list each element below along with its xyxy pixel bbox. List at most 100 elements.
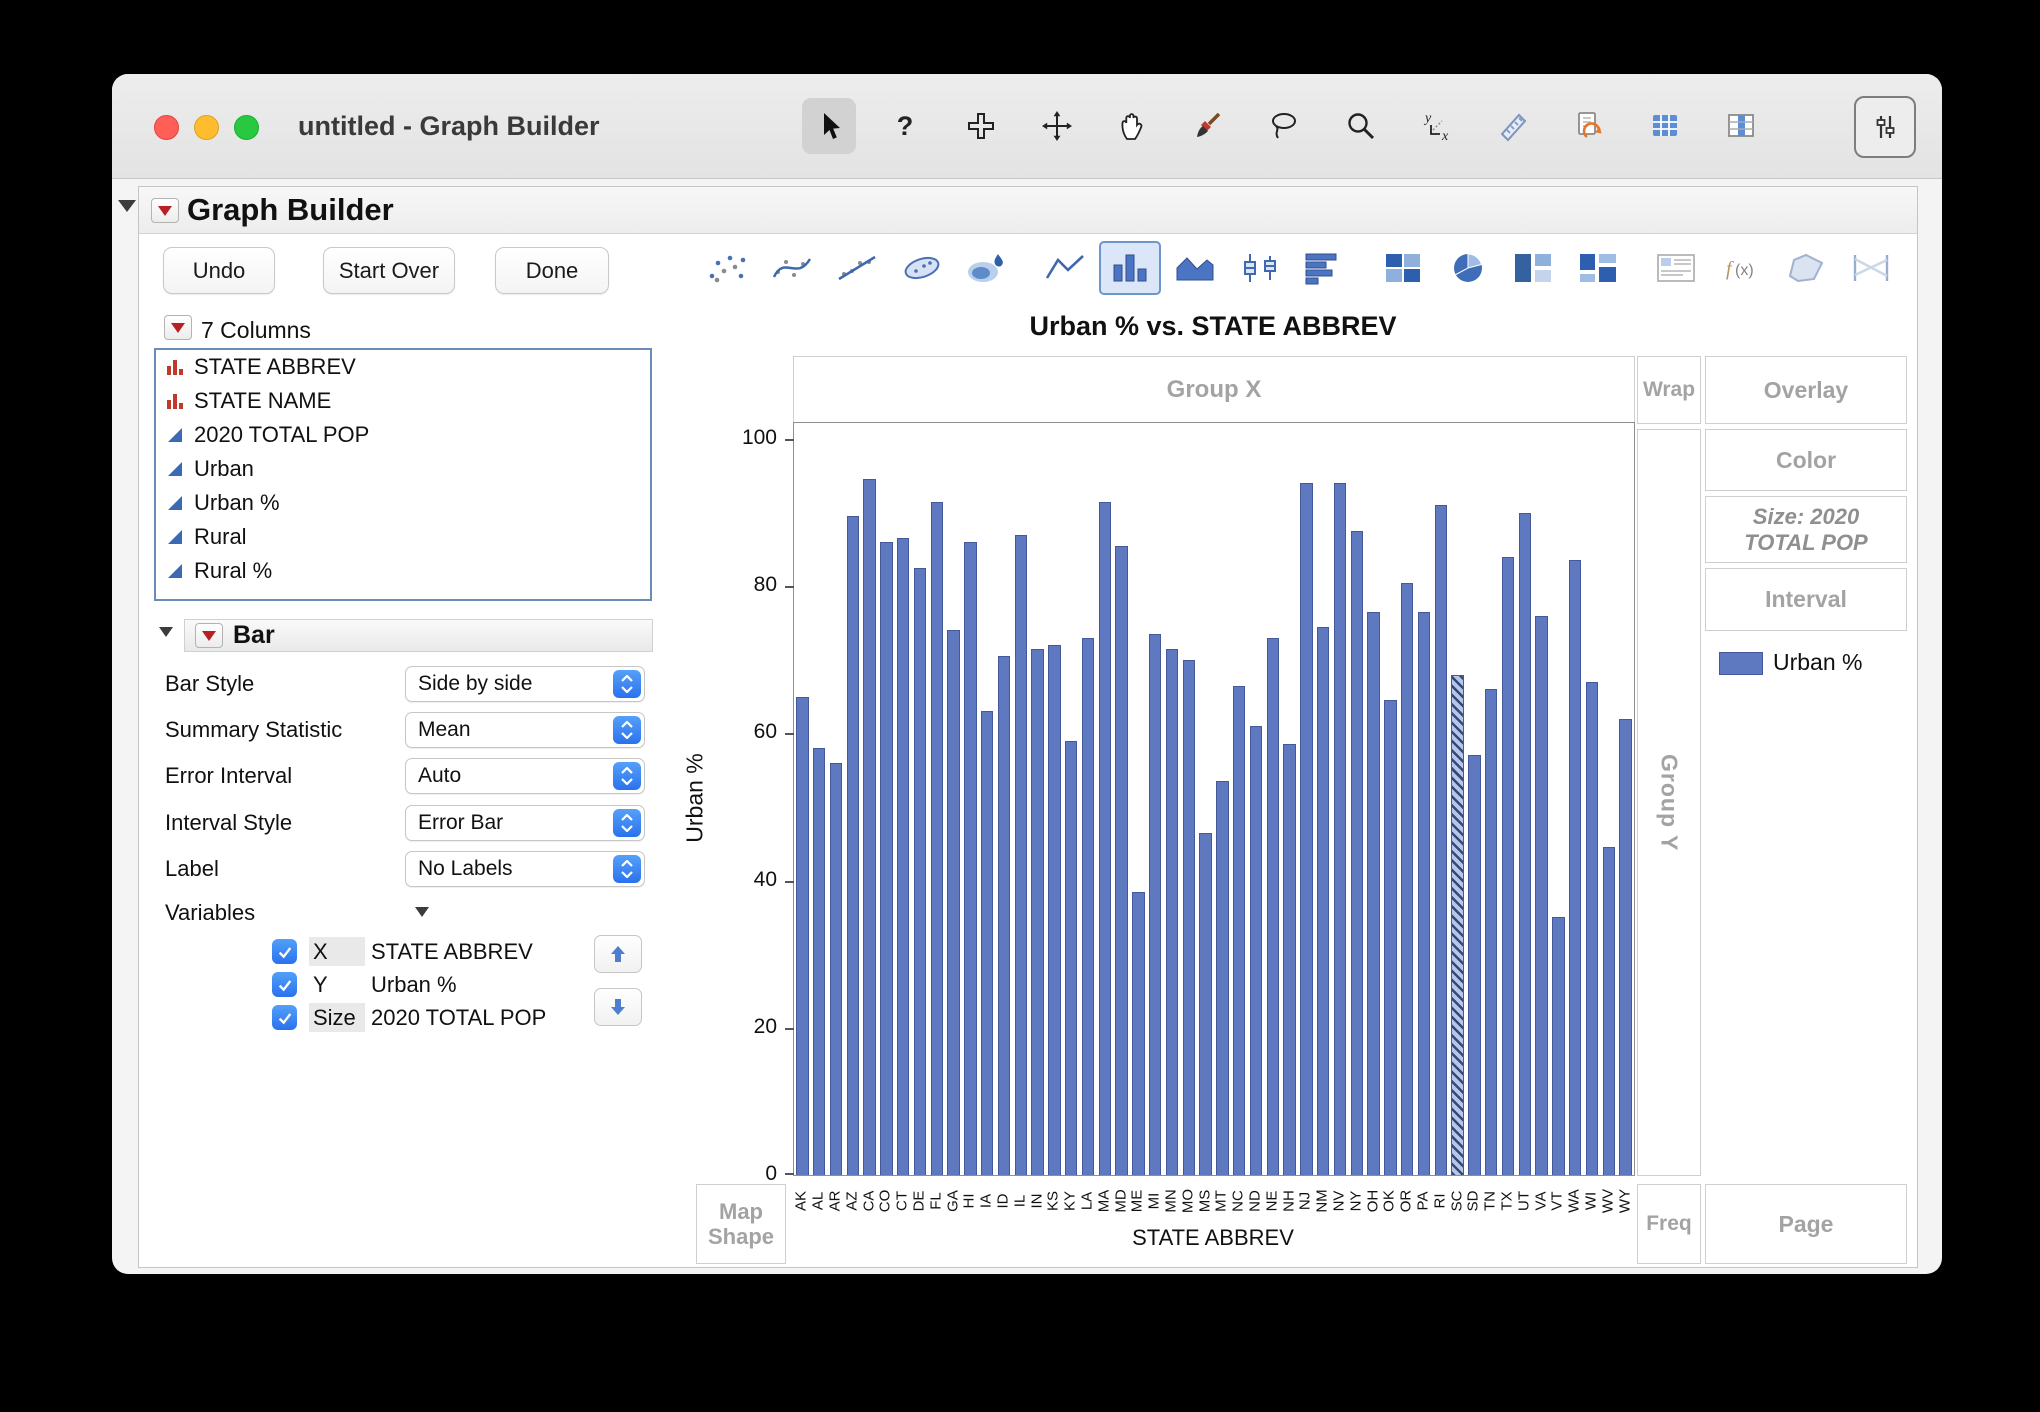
bar-MT[interactable] (1216, 781, 1229, 1175)
histogram-icon[interactable] (1294, 241, 1356, 295)
bar-GA[interactable] (947, 630, 960, 1175)
bar-IN[interactable] (1031, 649, 1044, 1175)
drop-zone-overlay[interactable]: Overlay (1705, 356, 1907, 424)
bar-style-popup[interactable]: Side by side (405, 666, 645, 702)
scatter-icon[interactable] (696, 241, 758, 295)
bar-SC[interactable] (1451, 675, 1464, 1175)
column-item-rural[interactable]: Rural (156, 520, 650, 554)
y-axis-title[interactable]: Urban % (682, 753, 709, 842)
plot-area[interactable] (793, 422, 1635, 1176)
column-item-state-name[interactable]: STATE NAME (156, 384, 650, 418)
bar-red-triangle-icon[interactable] (195, 623, 223, 648)
bar-NC[interactable] (1233, 686, 1246, 1175)
move-up-button[interactable] (594, 935, 642, 973)
y-variable-field[interactable]: Urban % (371, 970, 457, 999)
bar-TN[interactable] (1485, 689, 1498, 1175)
size-variable-checkbox[interactable] (272, 1005, 297, 1030)
columns-red-triangle-icon[interactable] (164, 315, 192, 340)
bar-NM[interactable] (1317, 627, 1330, 1175)
bar-PA[interactable] (1418, 612, 1431, 1175)
drop-zone-interval[interactable]: Interval (1705, 568, 1907, 631)
bar-ME[interactable] (1132, 892, 1145, 1175)
close-button[interactable] (154, 115, 179, 140)
y-variable-checkbox[interactable] (272, 972, 297, 997)
bar-ND[interactable] (1250, 726, 1263, 1175)
heatmap-icon[interactable] (1372, 241, 1434, 295)
contour-icon[interactable] (956, 241, 1018, 295)
bar-AR[interactable] (830, 763, 843, 1175)
bar-AZ[interactable] (847, 516, 860, 1175)
bar-MS[interactable] (1199, 833, 1212, 1175)
bar-MA[interactable] (1099, 502, 1112, 1175)
bar-NJ[interactable] (1300, 483, 1313, 1175)
column-item-urban[interactable]: Urban (156, 452, 650, 486)
bar-NE[interactable] (1267, 638, 1280, 1175)
bar-VA[interactable] (1535, 616, 1548, 1175)
smoother-icon[interactable] (761, 241, 823, 295)
box-plot-icon[interactable] (1229, 241, 1291, 295)
done-button[interactable]: Done (495, 247, 609, 294)
formula-icon[interactable]: f(x) (1710, 241, 1772, 295)
minimize-button[interactable] (194, 115, 219, 140)
area-chart-icon[interactable] (1164, 241, 1226, 295)
bar-UT[interactable] (1519, 513, 1532, 1175)
move-down-button[interactable] (594, 988, 642, 1026)
drop-zone-map-shape[interactable]: Map Shape (696, 1184, 786, 1264)
bar-WA[interactable] (1569, 560, 1582, 1175)
drop-zone-freq[interactable]: Freq (1637, 1184, 1701, 1264)
x-axis-labels[interactable]: AKALARAZCACOCTDEFLGAHIIAIDILINKSKYLAMAMD… (793, 1175, 1633, 1225)
drop-zone-wrap[interactable]: Wrap (1637, 356, 1701, 424)
drop-zone-size[interactable]: Size: 2020 TOTAL POP (1705, 496, 1907, 563)
bar-OH[interactable] (1367, 612, 1380, 1175)
column-item-urban-[interactable]: Urban % (156, 486, 650, 520)
mosaic-icon[interactable] (1567, 241, 1629, 295)
bar-CO[interactable] (880, 542, 893, 1175)
bar-HI[interactable] (964, 542, 977, 1175)
outline-disclosure-icon[interactable] (118, 200, 136, 212)
bar-AL[interactable] (813, 748, 826, 1175)
x-variable-checkbox[interactable] (272, 939, 297, 964)
grabber-hand-tool-icon[interactable] (1106, 98, 1160, 154)
bar-MD[interactable] (1115, 546, 1128, 1175)
column-switcher-tool-icon[interactable] (1714, 98, 1768, 154)
bar-ID[interactable] (998, 656, 1011, 1175)
label-popup[interactable]: No Labels (405, 851, 645, 887)
line-chart-icon[interactable] (1034, 241, 1096, 295)
x-axis-title[interactable]: STATE ABBREV (793, 1225, 1633, 1251)
bar-section-disclosure-icon[interactable] (159, 627, 173, 637)
bar-SD[interactable] (1468, 755, 1481, 1175)
bar-CA[interactable] (863, 479, 876, 1175)
bar-RI[interactable] (1435, 505, 1448, 1175)
start-over-button[interactable]: Start Over (323, 247, 455, 294)
drop-zone-group-x[interactable]: Group X (793, 356, 1635, 424)
map-shape-icon[interactable] (1775, 241, 1837, 295)
bar-NV[interactable] (1334, 483, 1347, 1175)
bar-DE[interactable] (914, 568, 927, 1175)
column-item-rural-[interactable]: Rural % (156, 554, 650, 588)
x-variable-field[interactable]: STATE ABBREV (371, 937, 533, 966)
bar-MI[interactable] (1149, 634, 1162, 1175)
help-tool-icon[interactable]: ? (878, 98, 932, 154)
column-item-state-abbrev[interactable]: STATE ABBREV (156, 350, 650, 384)
bar-IL[interactable] (1015, 535, 1028, 1175)
brush-tool-icon[interactable] (1182, 98, 1236, 154)
column-item-2020-total-pop[interactable]: 2020 TOTAL POP (156, 418, 650, 452)
drop-zone-group-y[interactable]: Group Y (1637, 429, 1701, 1176)
bar-WI[interactable] (1586, 682, 1599, 1175)
bar-NY[interactable] (1351, 531, 1364, 1175)
bar-AK[interactable] (796, 697, 809, 1175)
ellipse-icon[interactable] (891, 241, 953, 295)
preferences-icon[interactable] (1854, 96, 1916, 158)
drop-zone-page[interactable]: Page (1705, 1184, 1907, 1264)
crosshair-values-tool-icon[interactable]: yx (1410, 98, 1464, 154)
legend-swatch[interactable] (1719, 652, 1763, 675)
magnifier-tool-icon[interactable] (1334, 98, 1388, 154)
undo-button[interactable]: Undo (163, 247, 275, 294)
bar-WV[interactable] (1603, 847, 1616, 1175)
error-interval-popup[interactable]: Auto (405, 758, 645, 794)
bar-OR[interactable] (1401, 583, 1414, 1175)
journal-tool-icon[interactable] (1562, 98, 1616, 154)
bar-KS[interactable] (1048, 645, 1061, 1175)
summary-statistic-popup[interactable]: Mean (405, 712, 645, 748)
bar-OK[interactable] (1384, 700, 1397, 1175)
